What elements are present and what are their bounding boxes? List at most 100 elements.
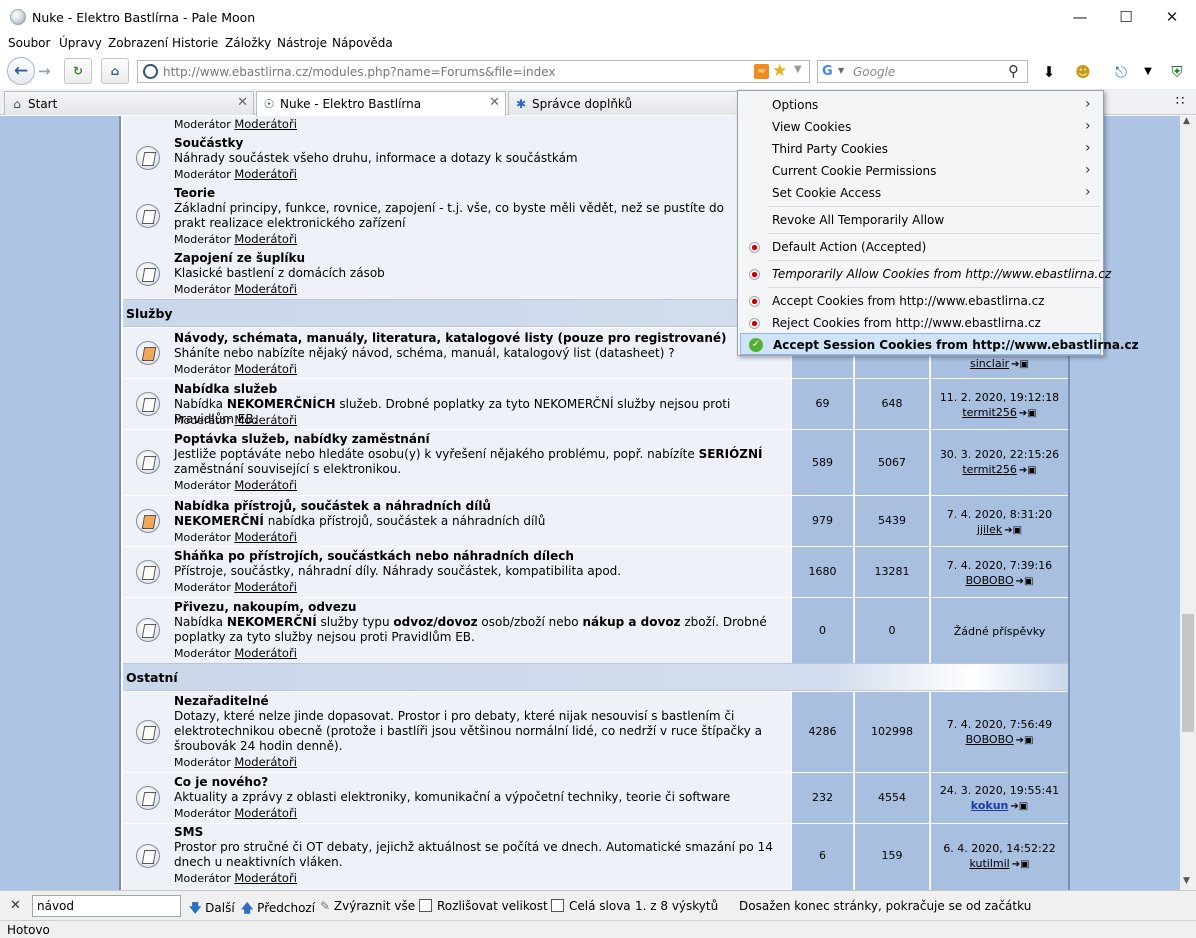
moderator-link[interactable]: Moderátoři [234, 282, 297, 296]
goto-post-icon[interactable]: ➔▣ [1010, 799, 1028, 814]
highlight-all-button[interactable]: ✎ Zvýraznit vše [320, 899, 415, 913]
search-icon[interactable]: ⚲ [1008, 62, 1019, 80]
forum-title-link[interactable]: Nabídka přístrojů, součástek a náhradníc… [174, 499, 491, 513]
minimize-button[interactable]: — [1058, 6, 1102, 28]
all-tabs-menu-icon[interactable]: ∷ [1176, 94, 1184, 109]
menu-item-third-party[interactable]: Third Party Cookies › [740, 138, 1101, 160]
last-post-user-link[interactable]: BOBOBO [966, 733, 1014, 746]
moderator-link[interactable]: Moderátoři [234, 117, 297, 131]
bookmark-star-icon[interactable]: ★ [772, 61, 787, 81]
scroll-up-icon[interactable]: ▲ [1183, 116, 1190, 126]
forum-title-link[interactable]: Sháňka po přístrojích, součástkách nebo … [174, 549, 574, 563]
forum-title-link[interactable]: Co je nového? [174, 775, 268, 789]
menu-item-accept-cookies[interactable]: Accept Cookies from http://www.ebastlirn… [740, 290, 1101, 312]
last-post-user-link[interactable]: jjilek [977, 523, 1002, 536]
last-post-user-link[interactable]: kutilmil [969, 857, 1009, 870]
downloads-icon[interactable]: ⬇ [1038, 62, 1060, 82]
goto-post-icon[interactable]: ➔▣ [1011, 357, 1029, 372]
moderator-link[interactable]: Moderátoři [234, 580, 297, 594]
moderator-link[interactable]: Moderátoři [234, 478, 297, 492]
engine-dropdown-icon[interactable]: ▼ [838, 66, 844, 75]
addon-face-icon[interactable]: ☻ [1072, 62, 1094, 82]
maximize-button[interactable]: ☐ [1104, 6, 1148, 28]
rss-feed-icon[interactable]: ≈ [754, 64, 769, 79]
moderator-link[interactable]: Moderátoři [234, 806, 297, 820]
home-button[interactable]: ⌂ [101, 58, 129, 84]
close-tab-icon[interactable]: ✕ [489, 95, 500, 110]
match-case-checkbox[interactable] [419, 899, 432, 912]
reload-button[interactable]: ↻ [64, 58, 92, 84]
site-identity-icon[interactable] [143, 64, 158, 79]
last-post-user-link[interactable]: termit256 [962, 406, 1017, 419]
forum-title-link[interactable]: Nabídka služeb [174, 382, 277, 396]
forward-button[interactable]: → [38, 62, 51, 80]
scroll-down-icon[interactable]: ▼ [1183, 876, 1190, 886]
goto-post-icon[interactable]: ➔▣ [1016, 733, 1034, 748]
url-text[interactable]: http://www.ebastlirna.cz/modules.php?nam… [163, 65, 555, 79]
close-window-button[interactable]: ✕ [1150, 6, 1194, 28]
google-engine-icon[interactable]: G [822, 64, 833, 79]
forum-title-link[interactable]: Přivezu, nakoupím, odvezu [174, 600, 356, 614]
forum-title-link[interactable]: SMS [174, 825, 203, 839]
forum-title-link[interactable]: Teorie [174, 186, 215, 200]
moderator-link[interactable]: Moderátoři [234, 755, 297, 769]
menu-item-revoke-temp[interactable]: Revoke All Temporarily Allow [740, 209, 1101, 231]
moderator-link[interactable]: Moderátoři [234, 871, 297, 885]
find-input[interactable]: návod [32, 895, 181, 917]
forum-title-link[interactable]: Zapojení ze šuplíku [174, 251, 305, 265]
menu-item-accept-session[interactable]: ✓ Accept Session Cookies from http://www.… [740, 333, 1139, 355]
moderator-link[interactable]: Moderátoři [234, 646, 297, 660]
forum-title-link[interactable]: Poptávka služeb, nabídky zaměstnání [174, 432, 430, 446]
last-post-user-link[interactable]: kokun [971, 799, 1009, 812]
menu-zobrazeni[interactable]: Zobrazení [108, 36, 168, 50]
last-post-user-link[interactable]: sinclair [970, 357, 1009, 370]
toolbar-dropdown-icon[interactable]: ▼ [1137, 62, 1159, 82]
moderator-link[interactable]: Moderátoři [234, 167, 297, 181]
close-findbar-icon[interactable]: ✕ [10, 898, 21, 913]
cookie-shield-icon[interactable]: ⛨ [1166, 62, 1188, 82]
tab-addons[interactable]: ✱ Správce doplňků [508, 91, 743, 115]
category-title[interactable]: Ostatní [126, 670, 178, 685]
match-case-label[interactable]: Rozlišovat velikost [437, 899, 548, 913]
whole-words-label[interactable]: Celá slova [569, 899, 631, 913]
menu-soubor[interactable]: Soubor [8, 36, 50, 50]
forum-title-link[interactable]: Nezařaditelné [174, 694, 269, 708]
goto-post-icon[interactable]: ➔▣ [1016, 574, 1034, 589]
goto-post-icon[interactable]: ➔▣ [1004, 523, 1022, 538]
last-post-user-link[interactable]: termit256 [962, 463, 1017, 476]
menu-nastroje[interactable]: Nástroje [277, 36, 327, 50]
tab-forum[interactable]: ☉ Nuke - Elektro Bastlírna ✕ [256, 91, 506, 116]
menu-item-default-action[interactable]: Default Action (Accepted) [740, 236, 1101, 258]
menu-item-view-cookies[interactable]: View Cookies › [740, 116, 1101, 138]
last-post-user-link[interactable]: BOBOBO [966, 574, 1014, 587]
search-bar[interactable]: G ▼ Google ⚲ [817, 60, 1028, 83]
menu-item-temp-allow[interactable]: Temporarily Allow Cookies from http://ww… [740, 263, 1111, 285]
url-bar[interactable]: http://www.ebastlirna.cz/modules.php?nam… [137, 60, 810, 83]
forum-title-link[interactable]: Součástky [174, 136, 243, 150]
moderator-link[interactable]: Moderátoři [234, 362, 297, 376]
menu-item-reject-cookies[interactable]: Reject Cookies from http://www.ebastlirn… [740, 312, 1101, 334]
find-prev-button[interactable]: 🡅 Předchozí [241, 899, 315, 920]
scrollbar-thumb[interactable] [1182, 614, 1194, 732]
menu-item-current-permissions[interactable]: Current Cookie Permissions › [740, 160, 1101, 182]
menu-item-options[interactable]: Options › [740, 94, 1101, 116]
url-dropdown-icon[interactable]: ▼ [794, 64, 802, 75]
menu-zalozky[interactable]: Záložky [225, 36, 271, 50]
goto-post-icon[interactable]: ➔▣ [1012, 857, 1030, 872]
menu-item-set-access[interactable]: Set Cookie Access › [740, 182, 1101, 204]
forum-title-link[interactable]: Návody, schémata, manuály, literatura, k… [174, 331, 727, 345]
menu-napoveda[interactable]: Nápověda [332, 36, 393, 50]
vertical-scrollbar[interactable]: ▲ ▼ [1180, 116, 1196, 890]
category-title[interactable]: Služby [126, 306, 173, 321]
menu-historie[interactable]: Historie [172, 36, 218, 50]
whole-words-checkbox[interactable] [551, 899, 564, 912]
back-button[interactable]: ← [7, 57, 35, 85]
download-manager-icon[interactable]: ⎋ [1110, 62, 1132, 82]
goto-post-icon[interactable]: ➔▣ [1019, 406, 1037, 421]
tab-start[interactable]: ⌂ Start ✕ [4, 91, 254, 115]
moderator-link[interactable]: Moderátoři [234, 530, 297, 544]
moderator-link[interactable]: Moderátoři [234, 232, 297, 246]
search-placeholder[interactable]: Google [853, 65, 895, 79]
close-tab-icon[interactable]: ✕ [237, 95, 248, 110]
goto-post-icon[interactable]: ➔▣ [1019, 463, 1037, 478]
